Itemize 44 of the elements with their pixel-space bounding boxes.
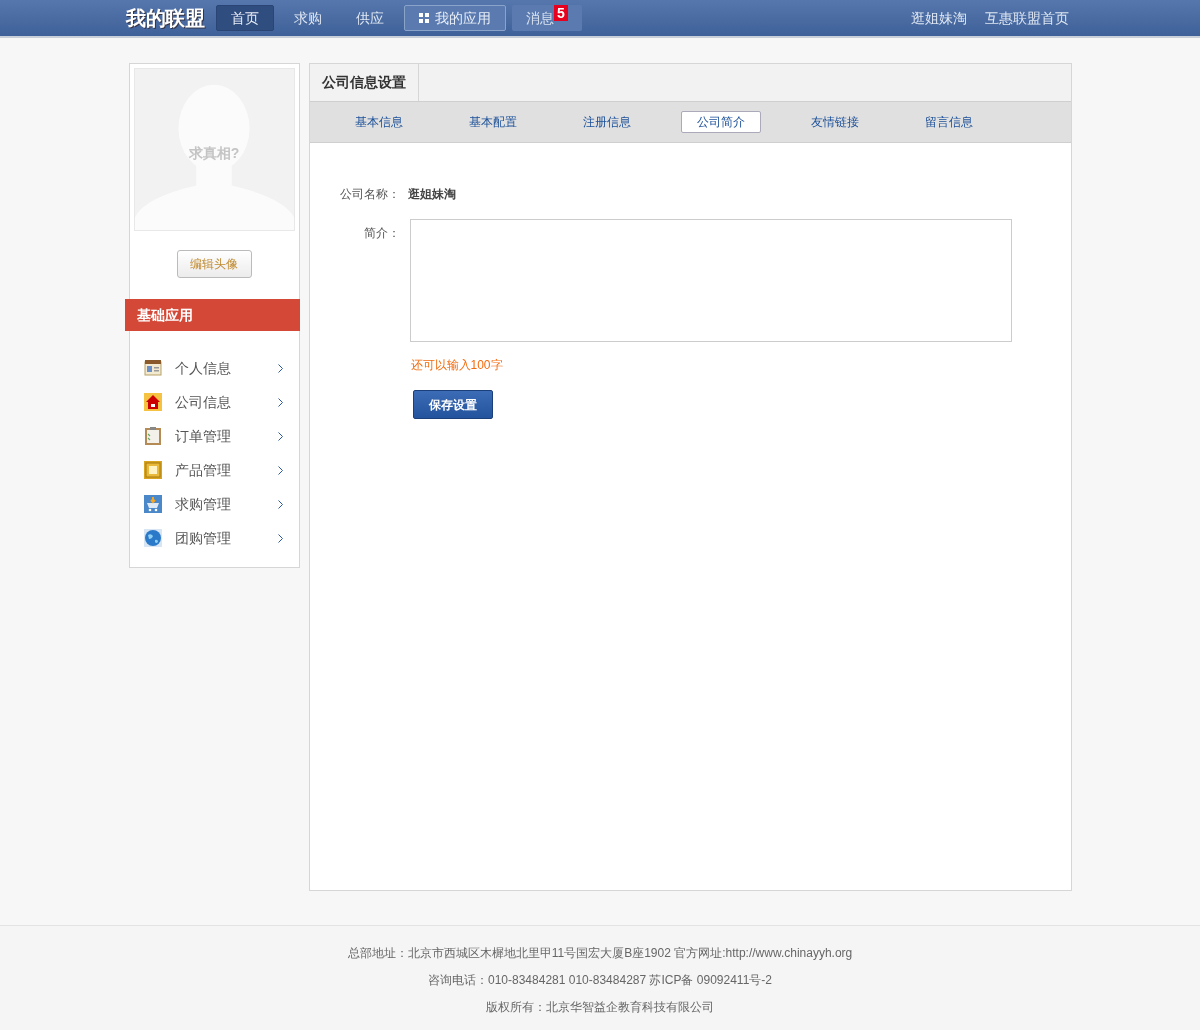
- footer-text: 咨询电话：010-83484281 010-83484287 苏ICP备 09092411号-2: [428, 972, 772, 989]
- sidebar-item[interactable]: 团购管理: [129, 521, 299, 555]
- field-label: 简介：: [362, 225, 400, 242]
- cart-icon: [143, 495, 162, 513]
- square-icon: [143, 461, 162, 479]
- tab[interactable]: 基本配置: [452, 111, 533, 133]
- sidebar-item[interactable]: 个人信息: [129, 351, 299, 385]
- nav-link[interactable]: 首页: [216, 5, 274, 31]
- company-name: 逛姐妹淘: [407, 186, 456, 203]
- grid-icon: [419, 13, 429, 23]
- chevron-right-icon: [277, 465, 283, 475]
- tab[interactable]: 留言信息: [908, 111, 989, 133]
- tab[interactable]: 公司简介: [680, 111, 761, 133]
- site-logo[interactable]: 我的联盟: [126, 3, 204, 33]
- nav-link[interactable]: 我的应用: [404, 5, 506, 31]
- chevron-right-icon: [277, 533, 283, 543]
- tab[interactable]: 友情链接: [794, 111, 875, 133]
- chevron-right-icon: [277, 397, 283, 407]
- chevron-right-icon: [277, 363, 283, 373]
- intro-textarea[interactable]: [409, 219, 1012, 342]
- chevron-right-icon: [277, 431, 283, 441]
- nav-link[interactable]: 供应: [342, 5, 398, 31]
- field-label: 公司名称：: [339, 186, 400, 203]
- count-badge: 5: [554, 5, 568, 21]
- sidebar-item[interactable]: 求购管理: [129, 487, 299, 521]
- nav-link[interactable]: 逛姐妹淘: [911, 7, 967, 29]
- nav-link[interactable]: 求购: [280, 5, 336, 31]
- sidebar-item[interactable]: 公司信息: [129, 385, 299, 419]
- sidebar-item[interactable]: 产品管理: [129, 453, 299, 487]
- id-card-icon: [143, 359, 162, 377]
- nav-link[interactable]: 互惠联盟首页: [985, 7, 1069, 29]
- footer-text: 总部地址：北京市西城区木樨地北里甲11号国宏大厦B座1902 官方网址:http://www.chinayyh.org: [347, 945, 853, 962]
- globe-icon: [143, 529, 162, 547]
- footer-text: 版权所有：北京华智益企教育科技有限公司: [486, 999, 714, 1016]
- clipboard-icon: [143, 427, 162, 445]
- section-header: 基础应用: [124, 299, 300, 331]
- char-count-hint: 还可以输入100字: [410, 357, 504, 374]
- nav-link[interactable]: 消息 5: [512, 5, 582, 31]
- tab[interactable]: 注册信息: [566, 111, 647, 133]
- chevron-right-icon: [277, 499, 283, 509]
- save-button[interactable]: 保存设置: [412, 390, 493, 419]
- house-icon: [143, 393, 162, 411]
- tab[interactable]: 基本信息: [338, 111, 419, 133]
- sidebar-item[interactable]: 订单管理: [129, 419, 299, 453]
